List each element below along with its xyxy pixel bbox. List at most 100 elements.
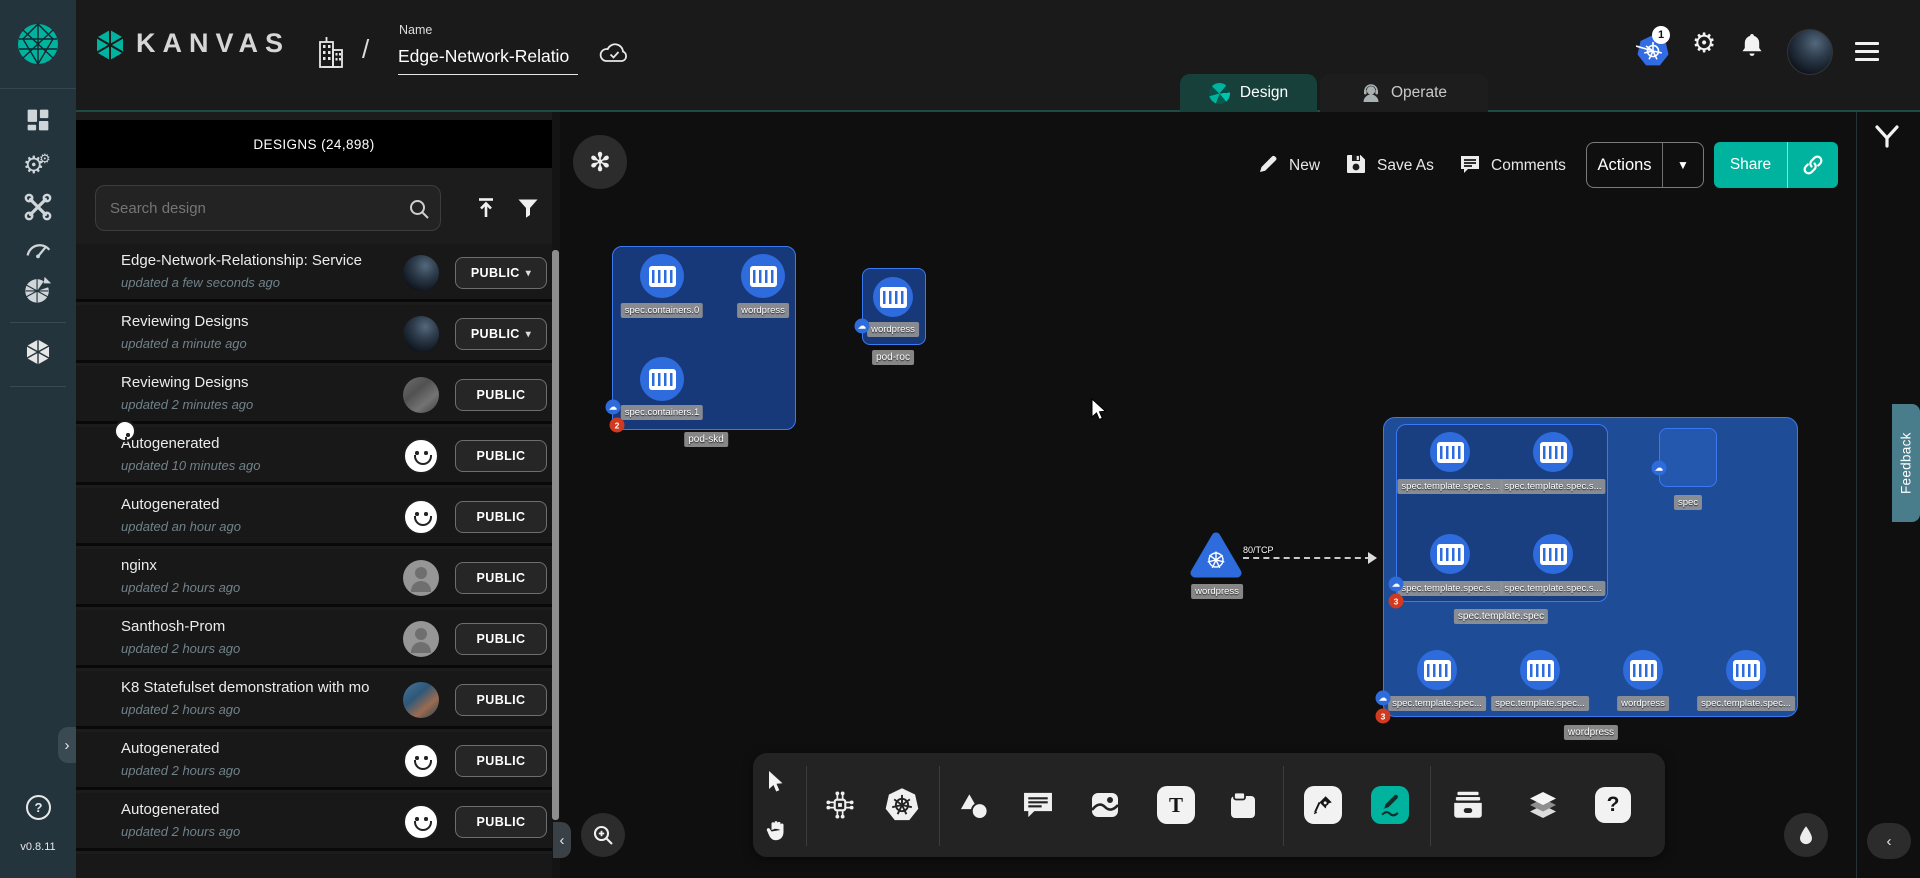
pan-hand-tool-icon[interactable] (763, 817, 789, 845)
save-as-button[interactable]: Save As (1377, 157, 1434, 175)
container-node[interactable] (873, 277, 913, 317)
visibility-badge[interactable]: PUBLIC (455, 501, 547, 533)
container-node[interactable] (1417, 650, 1457, 690)
save-as-icon[interactable] (1344, 152, 1368, 176)
tab-design[interactable]: Design (1180, 74, 1317, 112)
list-item[interactable]: Autogenerated updated an hour ago PUBLIC (76, 488, 552, 546)
service-triangle-node[interactable] (1188, 529, 1244, 581)
share-button[interactable]: Share (1714, 142, 1838, 188)
list-item[interactable]: K8 Statefulset demonstration with mo upd… (76, 671, 552, 729)
cloud-badge-icon[interactable] (1389, 577, 1404, 592)
feedback-tab[interactable]: Feedback (1892, 404, 1920, 522)
list-item[interactable]: nginx updated 2 hours ago PUBLIC (76, 549, 552, 607)
help-button[interactable]: ? (26, 795, 51, 820)
container-icon (1527, 660, 1554, 681)
visibility-badge[interactable]: PUBLIC (455, 745, 547, 777)
filter-icon[interactable] (515, 195, 541, 221)
collapse-panel-y-icon[interactable] (1872, 122, 1902, 152)
kanvas-hexagon-icon[interactable] (23, 337, 53, 367)
ink-drop-button[interactable] (1784, 813, 1828, 857)
list-item[interactable]: Santhosh-Prom updated 2 hours ago PUBLIC (76, 610, 552, 668)
design-name-input[interactable] (398, 44, 578, 75)
organization-icon[interactable] (315, 35, 347, 71)
container-node[interactable] (1533, 534, 1573, 574)
actions-caret-icon[interactable]: ▼ (1663, 158, 1703, 172)
container-node[interactable] (640, 254, 684, 298)
search-input[interactable] (95, 185, 441, 231)
lifecycle-gears-icon[interactable]: ⚙⚙ (21, 149, 55, 179)
cloud-saved-icon[interactable] (598, 40, 630, 66)
drawer-tool-icon[interactable] (1450, 788, 1486, 822)
comments-button[interactable]: Comments (1491, 157, 1566, 175)
error-badge[interactable]: 3 (1376, 709, 1391, 724)
container-node[interactable] (1520, 650, 1560, 690)
list-item[interactable]: Autogenerated updated 2 hours ago PUBLIC (76, 793, 552, 851)
new-button[interactable]: New (1289, 157, 1320, 175)
list-item[interactable]: Reviewing Designs updated 2 minutes ago … (76, 366, 552, 424)
flowchart-tool-icon[interactable] (822, 787, 858, 823)
import-design-icon[interactable] (473, 195, 499, 221)
help-tool-icon[interactable] (1595, 787, 1631, 823)
list-item[interactable]: Autogenerated updated 10 minutes ago PUB… (76, 427, 552, 485)
visibility-badge[interactable]: PUBLIC (455, 806, 547, 838)
user-avatar[interactable] (1787, 29, 1833, 75)
pen-tool-icon[interactable] (1304, 786, 1342, 824)
list-item[interactable]: Autogenerated updated 2 hours ago PUBLIC (76, 732, 552, 790)
visibility-badge[interactable]: PUBLIC (455, 562, 547, 594)
container-node[interactable] (1533, 432, 1573, 472)
container-node[interactable] (1726, 650, 1766, 690)
mesh-sphere-icon[interactable] (22, 274, 54, 306)
actions-button[interactable]: Actions ▼ (1586, 142, 1704, 188)
error-badge[interactable]: 3 (1389, 594, 1404, 609)
visibility-badge[interactable]: PUBLIC (455, 684, 547, 716)
list-item[interactable]: Reviewing Designs updated a minute ago P… (76, 305, 552, 363)
menu-hamburger-icon[interactable] (1855, 42, 1879, 66)
copy-link-icon[interactable] (1788, 153, 1838, 177)
layer5-logo[interactable] (0, 0, 76, 89)
error-badge[interactable]: 2 (610, 418, 625, 433)
cloud-badge-icon[interactable] (855, 319, 870, 334)
zoom-button[interactable] (581, 813, 625, 857)
template-spec-group[interactable] (1396, 424, 1608, 602)
container-node[interactable] (1623, 650, 1663, 690)
shapes-tool-icon[interactable] (956, 789, 990, 821)
panel-collapse-button[interactable]: ‹ (553, 822, 571, 858)
tab-operate[interactable]: Operate (1320, 74, 1488, 112)
kubernetes-tool-icon[interactable] (883, 786, 921, 824)
note-tool-icon[interactable] (1226, 789, 1260, 821)
list-scrollbar-thumb[interactable] (552, 250, 559, 820)
performance-gauge-icon[interactable] (22, 234, 54, 260)
design-updated: updated 10 minutes ago (121, 458, 261, 473)
comment-tool-icon[interactable] (1021, 789, 1055, 821)
configuration-tools-icon[interactable] (22, 191, 54, 223)
visibility-badge[interactable]: PUBLIC (455, 440, 547, 472)
new-pencil-icon[interactable] (1256, 152, 1280, 176)
visibility-badge[interactable]: PUBLIC (455, 318, 547, 350)
list-item[interactable]: Edge-Network-Relationship: Service updat… (76, 244, 552, 302)
visibility-badge[interactable]: PUBLIC (455, 379, 547, 411)
service-edge[interactable] (1243, 557, 1371, 559)
layers-tool-icon[interactable] (1525, 788, 1561, 822)
notifications-bell-icon[interactable] (1740, 32, 1764, 58)
visibility-badge[interactable]: PUBLIC (455, 257, 547, 289)
visibility-badge[interactable]: PUBLIC (455, 623, 547, 655)
canvas-flower-button[interactable]: ✻ (573, 135, 627, 189)
text-tool-icon[interactable] (1157, 786, 1195, 824)
sketch-tool-icon-active[interactable] (1371, 786, 1409, 824)
container-node[interactable] (1430, 534, 1470, 574)
image-media-tool-icon[interactable] (1088, 790, 1122, 820)
container-node[interactable] (1430, 432, 1470, 472)
cloud-badge-icon[interactable] (1652, 461, 1667, 476)
comments-icon[interactable] (1458, 152, 1482, 176)
sidebar-expand-button[interactable]: › (58, 727, 76, 763)
select-tool-icon[interactable] (764, 769, 788, 795)
container-node[interactable] (741, 254, 785, 298)
spec-node[interactable] (1659, 428, 1717, 487)
settings-button[interactable]: ⚙ (1692, 30, 1716, 57)
toolbar-collapse-button[interactable]: ‹ (1867, 823, 1911, 859)
dashboard-icon[interactable] (22, 104, 54, 136)
cloud-badge-icon[interactable] (1376, 691, 1391, 706)
cloud-badge-icon[interactable] (606, 400, 621, 415)
container-node[interactable] (640, 357, 684, 401)
list-item-partial[interactable] (76, 854, 552, 878)
